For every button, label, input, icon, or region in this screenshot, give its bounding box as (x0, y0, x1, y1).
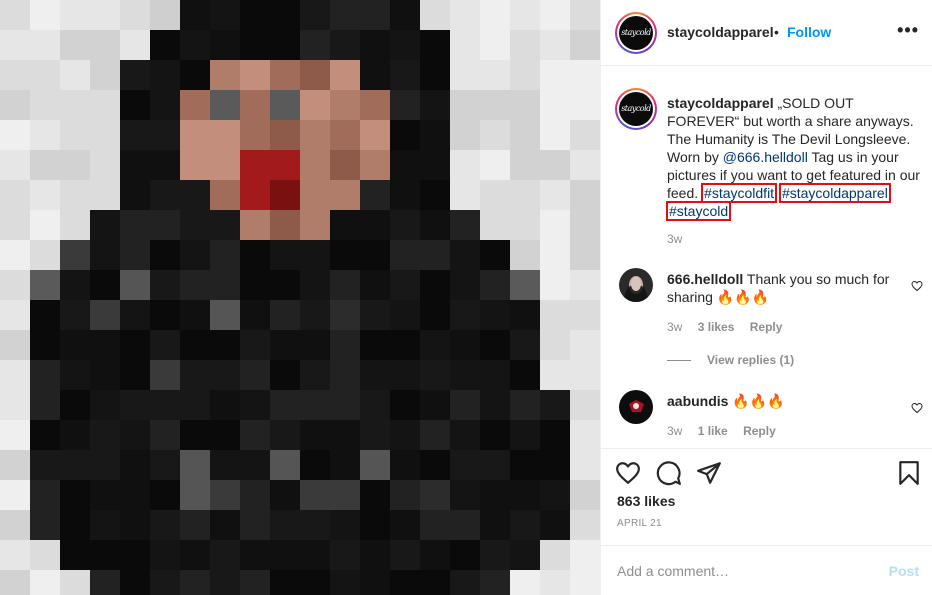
comment-username[interactable]: aabundis (667, 393, 728, 409)
comment-text: 666.helldoll Thank you so much for shari… (667, 270, 897, 306)
hashtag-staycoldfit[interactable]: #staycoldfit (701, 183, 778, 203)
comment-bubble-icon[interactable] (656, 460, 682, 486)
caption-mention[interactable]: @666.helldoll (723, 149, 808, 165)
post-header: staycold staycoldapparel • Follow ••• (601, 0, 932, 66)
comment-time[interactable]: 3w (667, 424, 682, 438)
caption-username[interactable]: staycoldapparel (667, 95, 774, 111)
post-photo[interactable] (0, 0, 600, 595)
reply-button[interactable]: Reply (750, 320, 783, 334)
caption-avatar[interactable]: staycold (615, 88, 657, 130)
add-comment-bar: Post (601, 545, 932, 595)
replies-divider-line (667, 360, 691, 362)
comment-message: 🔥🔥🔥 (732, 393, 785, 409)
reply-button[interactable]: Reply (743, 424, 776, 438)
header-separator: • (774, 24, 779, 40)
bookmark-icon[interactable] (896, 460, 922, 486)
comment-username[interactable]: 666.helldoll (667, 271, 743, 287)
pixelated-image (0, 0, 600, 595)
post-date[interactable]: APRIL 21 (617, 518, 662, 529)
post-comment-button[interactable]: Post (889, 563, 919, 579)
view-replies-label: View replies (1) (707, 353, 795, 367)
comment-like-heart-icon[interactable] (911, 402, 923, 414)
comment-likes[interactable]: 1 like (698, 424, 728, 438)
paper-plane-icon[interactable] (696, 460, 722, 486)
hashtag-staycold[interactable]: #staycold (666, 201, 732, 221)
follow-button[interactable]: Follow (787, 24, 831, 40)
comment-text: aabundis 🔥🔥🔥 (667, 392, 897, 410)
author-avatar-logo: staycold (619, 16, 653, 50)
author-username[interactable]: staycoldapparel (667, 24, 774, 40)
author-avatar[interactable]: staycold (615, 12, 657, 54)
likes-count[interactable]: 863 likes (617, 493, 675, 509)
commenter-avatar[interactable] (619, 390, 653, 424)
commenter-avatar[interactable] (619, 268, 653, 302)
comment-meta: 3w 3 likes Reply (667, 320, 794, 334)
comment-time[interactable]: 3w (667, 320, 682, 334)
caption-timestamp[interactable]: 3w (667, 232, 682, 246)
hashtag-staycoldapparel[interactable]: #staycoldapparel (778, 183, 891, 203)
caption-text: staycoldapparel „SOLD OUT FOREVER“ but w… (666, 94, 923, 221)
caption-avatar-logo: staycold (619, 92, 653, 126)
comment-meta: 3w 1 like Reply (667, 424, 788, 438)
heart-icon[interactable] (615, 460, 641, 486)
comment-like-heart-icon[interactable] (911, 280, 923, 292)
more-options-icon[interactable]: ••• (897, 21, 919, 39)
post-side-panel: staycold staycoldapparel • Follow ••• st… (600, 0, 932, 595)
view-replies-button[interactable]: View replies (1) (667, 353, 794, 367)
add-comment-input[interactable] (617, 559, 867, 583)
comment-likes[interactable]: 3 likes (698, 320, 735, 334)
